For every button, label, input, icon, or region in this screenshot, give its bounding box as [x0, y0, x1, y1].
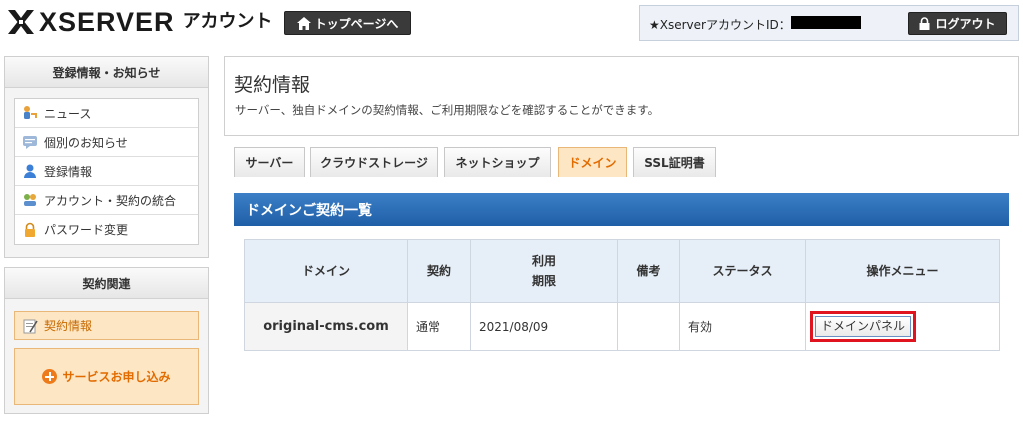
contract-icon: [23, 319, 38, 333]
sidebar-item-label: パスワード変更: [44, 223, 129, 237]
logout-button-label: ログアウト: [935, 17, 996, 31]
cell-actions: ドメインパネル: [805, 302, 1000, 351]
account-id-label: ★XserverアカウントID：: [649, 18, 791, 32]
page-title: 契約情報: [234, 74, 311, 96]
cell-note: [617, 302, 680, 351]
column-header-domain: ドメイン: [244, 239, 408, 303]
sidebar-item-news[interactable]: ニュース: [15, 99, 198, 128]
home-icon: [296, 16, 311, 30]
sidebar-contract-section: 契約関連 契約情報 サービスお申し込み: [4, 267, 209, 414]
table-header-row: ドメイン 契約 利用 期限 備考 ステータス 操作メニュー: [244, 239, 1000, 303]
section-title-bar: ドメインご契約一覧: [234, 193, 1009, 226]
domain-panel-button[interactable]: ドメインパネル: [815, 316, 912, 337]
sidebar-item-label: 契約情報: [44, 319, 93, 333]
sidebar-item-account-merge[interactable]: アカウント・契約の統合: [15, 186, 198, 215]
sidebar-contract-title: 契約関連: [5, 268, 208, 299]
column-header-note: 備考: [617, 239, 680, 303]
account-id-redacted: [791, 16, 861, 29]
cell-expiry: 2021/08/09: [470, 302, 618, 351]
sidebar-item-label: ニュース: [44, 106, 92, 121]
sidebar-item-label: 登録情報: [44, 164, 93, 179]
sidebar-info-title: 登録情報・お知らせ: [5, 57, 208, 88]
column-header-expiry: 利用 期限: [470, 239, 618, 303]
page-header: 契約情報 サーバー、独自ドメインの契約情報、ご利用期限などを確認することができま…: [224, 56, 1019, 136]
logo-text: XSERVER: [39, 7, 175, 37]
column-header-contract: 契約: [407, 239, 471, 303]
top-page-button[interactable]: トップページへ: [284, 11, 411, 35]
sidebar-item-notices[interactable]: 個別のお知らせ: [15, 128, 198, 157]
lock-icon: [919, 17, 930, 30]
xserver-logo-icon: [6, 8, 36, 36]
sidebar-info-section: 登録情報・お知らせ ニュース 個別のお知らせ 登録情報 アカウント・契約の統合 …: [4, 56, 209, 258]
merge-icon: [24, 194, 36, 206]
sidebar-item-password[interactable]: パスワード変更: [15, 215, 198, 244]
cell-status: 有効: [679, 302, 806, 351]
sidebar-item-label: 個別のお知らせ: [44, 135, 128, 150]
column-header-status: ステータス: [679, 239, 806, 303]
key-person-icon: [24, 106, 37, 119]
tab-net-shop[interactable]: ネットショップ: [444, 147, 551, 177]
logout-button[interactable]: ログアウト: [908, 12, 1007, 35]
section-title: ドメインご契約一覧: [246, 202, 372, 219]
sidebar-contract-list: 契約情報: [14, 311, 199, 340]
lock-icon: [25, 222, 35, 237]
table-row: original-cms.com 通常 2021/08/09 有効 ドメインパネ…: [244, 302, 1000, 351]
column-header-actions: 操作メニュー: [805, 239, 1000, 303]
account-box: ★XserverアカウントID： ログアウト: [639, 5, 1019, 41]
sidebar-item-registration[interactable]: 登録情報: [15, 157, 198, 186]
top-page-button-label: トップページへ: [314, 16, 399, 31]
tab-cloud-storage[interactable]: クラウドストレージ: [310, 147, 438, 177]
sidebar-info-list: ニュース 個別のお知らせ 登録情報 アカウント・契約の統合 パスワード変更: [14, 98, 199, 245]
service-apply-button[interactable]: サービスお申し込み: [14, 348, 199, 405]
xserver-logo[interactable]: XSERVER アカウント: [6, 8, 273, 36]
tab-domain[interactable]: ドメイン: [558, 147, 627, 177]
plus-circle-icon: [42, 369, 58, 384]
domain-table: ドメイン 契約 利用 期限 備考 ステータス 操作メニュー original-c…: [244, 239, 1000, 351]
column-header-expiry-label: 利用 期限: [531, 254, 556, 288]
sidebar-item-contract-info[interactable]: 契約情報: [14, 311, 199, 340]
page-description: サーバー、独自ドメインの契約情報、ご利用期限などを確認することができます。: [235, 103, 660, 117]
tab-server[interactable]: サーバー: [234, 147, 305, 177]
highlight-box: ドメインパネル: [810, 311, 917, 342]
tab-ssl[interactable]: SSL証明書: [633, 147, 716, 177]
cell-domain: original-cms.com: [244, 302, 408, 351]
user-icon: [24, 164, 36, 178]
service-apply-button-label: サービスお申し込み: [62, 370, 171, 384]
speech-bubble-icon: [23, 136, 37, 149]
cell-contract: 通常: [407, 302, 471, 351]
header: XSERVER アカウント トップページへ ★XserverアカウントID： ロ…: [0, 0, 1023, 48]
logo-subtitle: アカウント: [182, 11, 273, 32]
sidebar-item-label: アカウント・契約の統合: [44, 193, 177, 208]
